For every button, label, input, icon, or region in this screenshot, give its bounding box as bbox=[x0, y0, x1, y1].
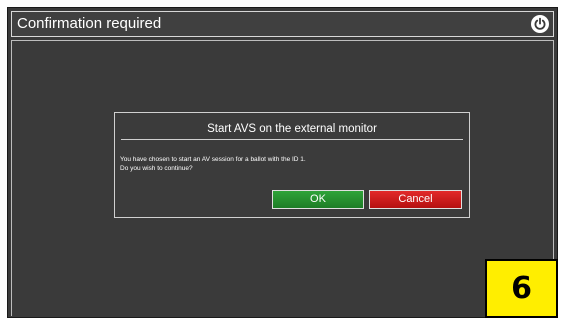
content-area: Start AVS on the external monitor You ha… bbox=[11, 40, 554, 316]
dialog-message-line-2: Do you wish to continue? bbox=[120, 165, 193, 172]
power-icon bbox=[534, 17, 546, 30]
dialog-title: Start AVS on the external monitor bbox=[207, 123, 377, 135]
step-number-badge: 6 bbox=[485, 259, 558, 318]
confirmation-window: Confirmation required Start AVS on the e… bbox=[7, 7, 558, 318]
window-title: Confirmation required bbox=[17, 15, 162, 32]
dialog-message: You have chosen to start an AV session f… bbox=[120, 155, 306, 173]
dialog-divider bbox=[121, 139, 463, 140]
power-button[interactable] bbox=[531, 15, 549, 33]
screen: Confirmation required Start AVS on the e… bbox=[0, 0, 564, 318]
ok-button[interactable]: OK bbox=[272, 190, 364, 209]
cancel-button[interactable]: Cancel bbox=[369, 190, 462, 209]
title-bar: Confirmation required bbox=[11, 11, 554, 37]
dialog-message-line-1: You have chosen to start an AV session f… bbox=[120, 156, 306, 163]
confirmation-dialog: Start AVS on the external monitor You ha… bbox=[114, 112, 470, 218]
